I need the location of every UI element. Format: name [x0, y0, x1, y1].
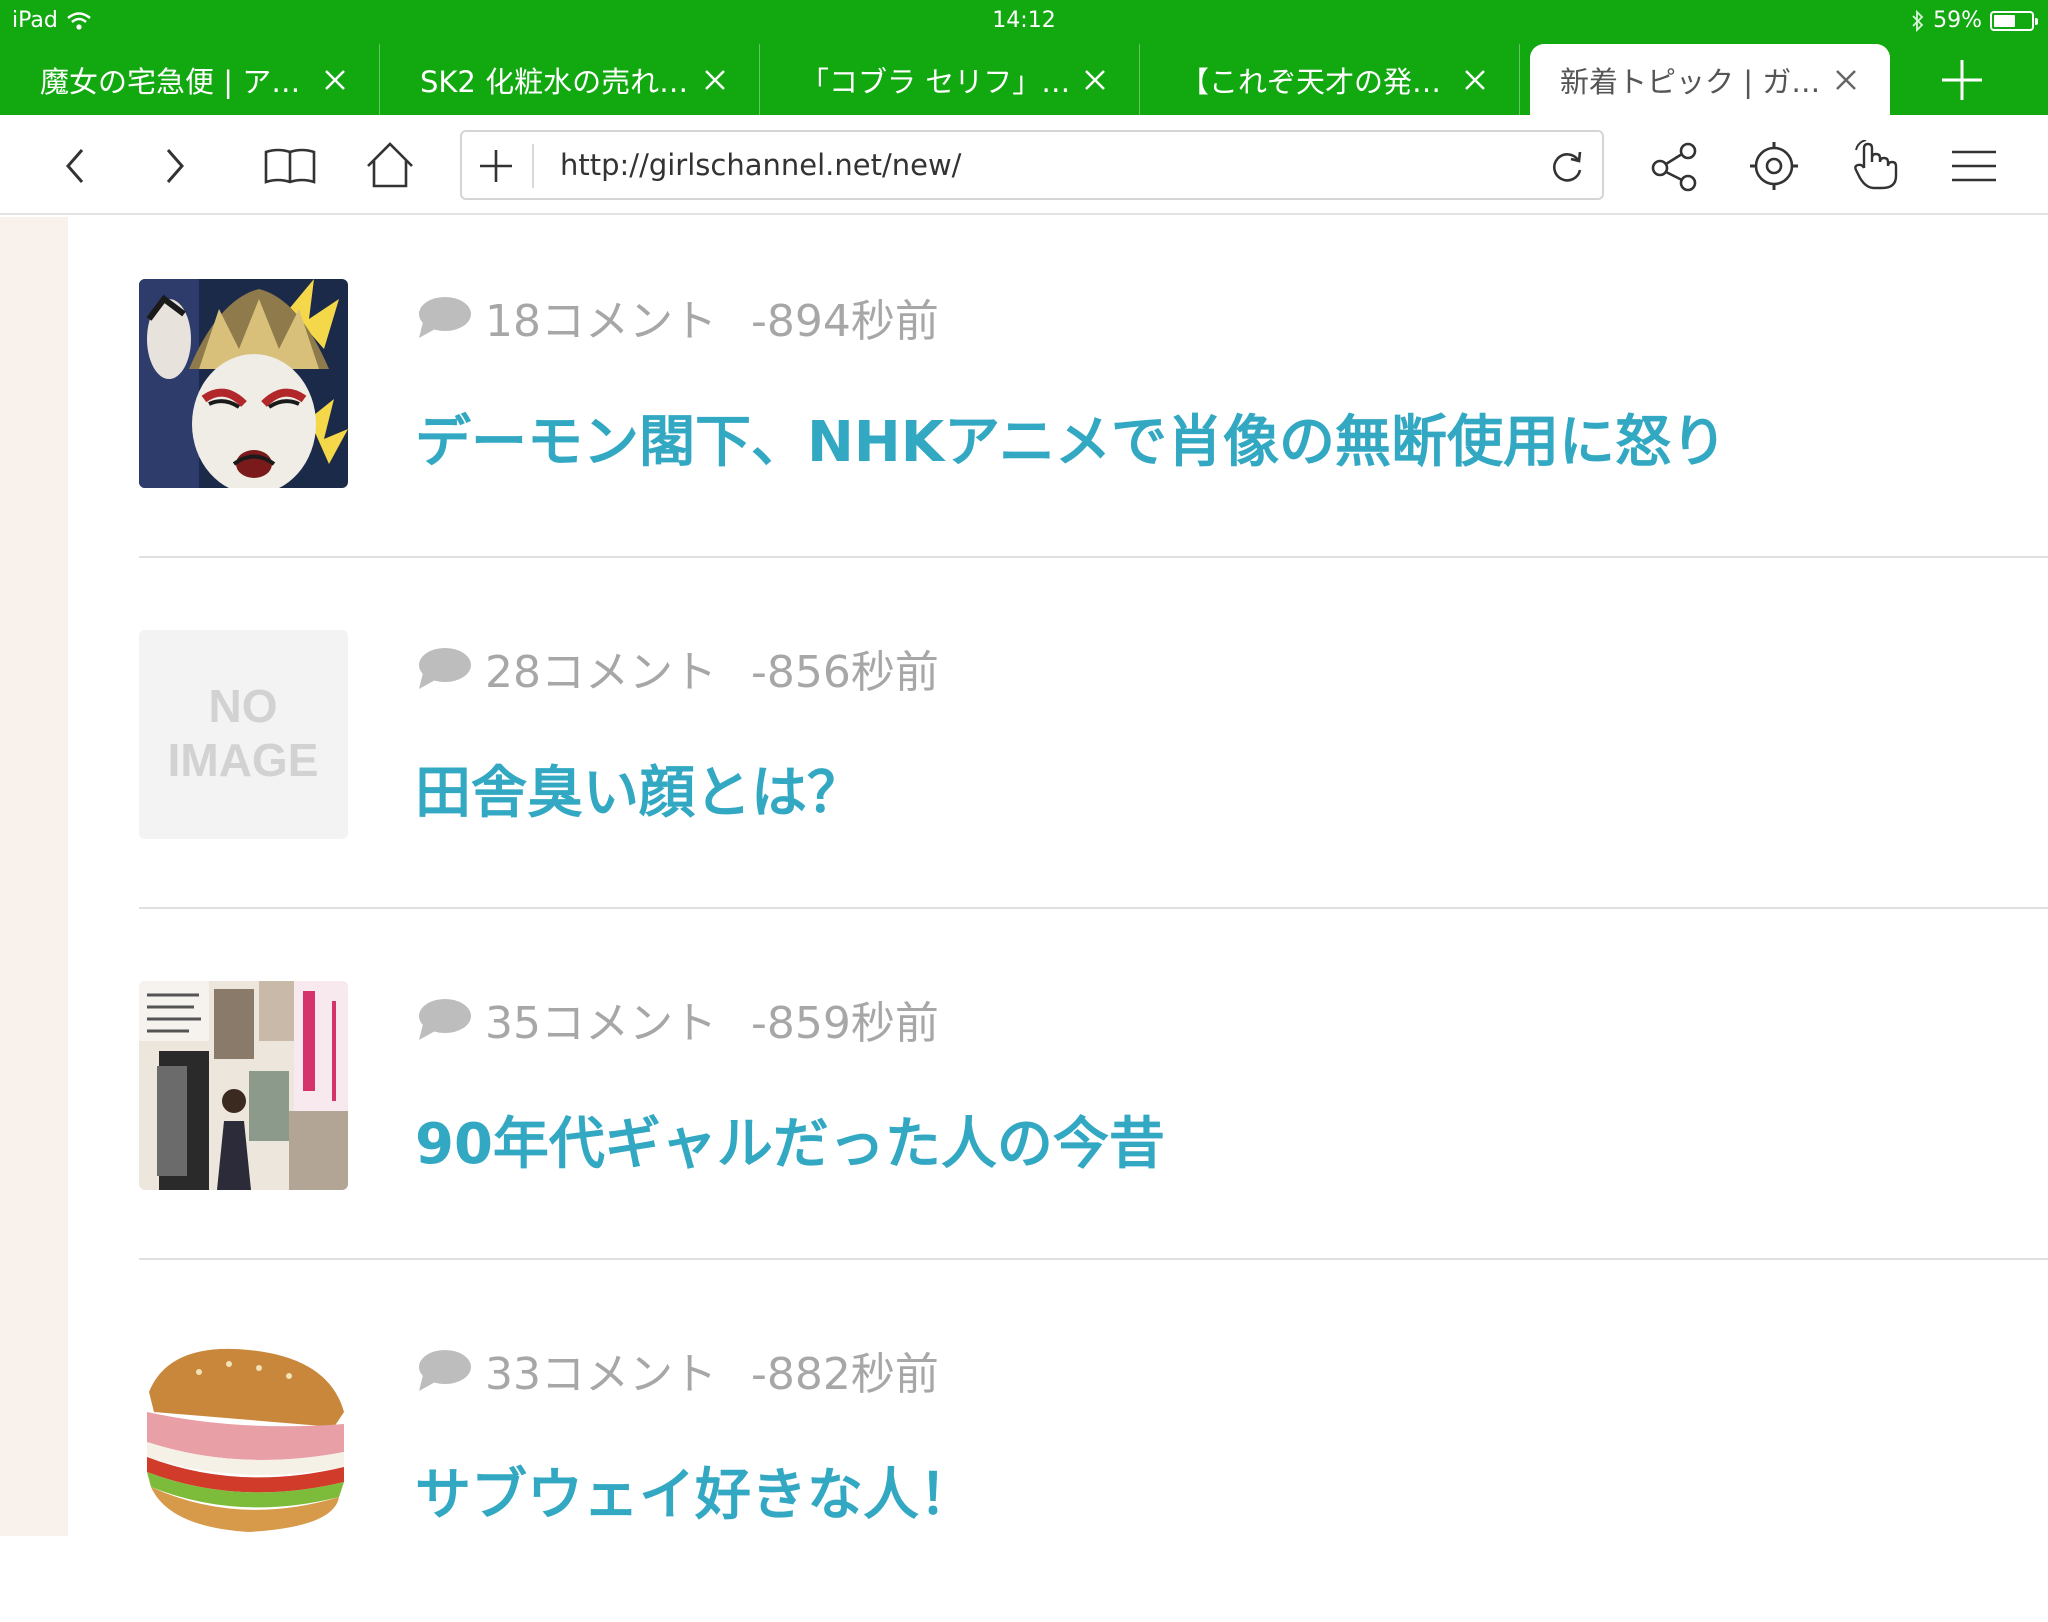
- side-strip: [0, 217, 68, 1536]
- comment-count: 18コメント: [485, 296, 717, 347]
- topic-time: -859秒前: [751, 998, 939, 1049]
- battery-percent: 59%: [1933, 8, 1982, 33]
- topic-meta: 35コメント -859秒前: [415, 987, 939, 1051]
- status-bar: iPad 14:12 59%: [0, 0, 2048, 42]
- battery-icon: [1990, 10, 2038, 31]
- topic-title-link[interactable]: 90年代ギャルだった人の今昔: [415, 1099, 1165, 1180]
- tab-strip: 魔女の宅急便 | ア… SK2 化粧水の売れ… 「コブラ セリフ」… 【これぞ天…: [0, 44, 2048, 115]
- chevron-left-icon[interactable]: [50, 140, 102, 192]
- chevron-right-icon[interactable]: [148, 140, 200, 192]
- comment-count: 28コメント: [485, 647, 717, 698]
- book-icon[interactable]: [264, 140, 316, 192]
- topic-thumbnail[interactable]: [139, 1332, 348, 1541]
- tab-1[interactable]: 魔女の宅急便 | ア…: [0, 44, 380, 115]
- topic-thumbnail[interactable]: NO IMAGE: [139, 630, 348, 839]
- hand-pointer-icon[interactable]: [1848, 140, 1900, 192]
- tab-title: 魔女の宅急便 | ア…: [40, 64, 301, 99]
- hamburger-menu-icon[interactable]: [1948, 140, 2000, 192]
- topic-divider: [139, 907, 2048, 909]
- topic-thumbnail[interactable]: [139, 981, 348, 1190]
- topic-title-link[interactable]: デーモン閣下、NHKアニメで肖像の無断使用に怒り: [415, 397, 1727, 478]
- magazine-collage-image: [139, 981, 348, 1190]
- topic-time: -856秒前: [751, 647, 939, 698]
- comment-count: 35コメント: [485, 998, 717, 1049]
- sandwich-image: [139, 1332, 348, 1541]
- speech-bubble-icon: [419, 1350, 471, 1391]
- topic-item[interactable]: 35コメント -859秒前 90年代ギャルだった人の今昔: [139, 919, 2048, 1271]
- no-image-line-2: IMAGE: [168, 734, 319, 786]
- demon-face-image: [139, 279, 348, 488]
- url-text[interactable]: http://girlschannel.net/new/: [560, 148, 961, 182]
- topic-title-link[interactable]: 田舎臭い顔とは？: [415, 748, 863, 829]
- gear-icon[interactable]: [1748, 140, 1800, 192]
- speech-bubble-icon: [419, 648, 471, 689]
- no-image-placeholder: NO IMAGE: [139, 630, 348, 839]
- speech-bubble-icon: [419, 999, 471, 1040]
- topic-meta: 28コメント -856秒前: [415, 636, 939, 700]
- clock: 14:12: [992, 8, 1056, 33]
- tab-4[interactable]: 【これぞ天才の発…: [1140, 44, 1520, 115]
- bluetooth-icon: [1912, 9, 1924, 32]
- tab-title: 【これぞ天才の発…: [1180, 64, 1442, 99]
- speech-bubble-icon: [419, 297, 471, 338]
- home-icon[interactable]: [364, 140, 416, 192]
- close-icon[interactable]: [701, 66, 729, 94]
- topic-time: -894秒前: [751, 296, 939, 347]
- topic-divider: [139, 556, 2048, 558]
- url-separator: [532, 144, 534, 188]
- topic-time: -882秒前: [751, 1349, 939, 1400]
- share-icon[interactable]: [1648, 140, 1700, 192]
- tab-title: 新着トピック | ガ…: [1560, 64, 1821, 99]
- tab-3[interactable]: 「コブラ セリフ」…: [760, 44, 1140, 115]
- page-content: 18コメント -894秒前 デーモン閣下、NHKアニメで肖像の無断使用に怒り N…: [0, 217, 2048, 1541]
- tab-5-active[interactable]: 新着トピック | ガ…: [1530, 44, 1890, 115]
- topic-title-link[interactable]: サブウェイ好きな人！: [415, 1450, 975, 1531]
- topic-meta: 33コメント -882秒前: [415, 1338, 939, 1402]
- browser-toolbar: http://girlschannel.net/new/: [0, 115, 2048, 215]
- comment-count: 33コメント: [485, 1349, 717, 1400]
- topic-item[interactable]: NO IMAGE 28コメント -856秒前 田舎臭い顔とは？: [139, 568, 2048, 920]
- reload-icon[interactable]: [1544, 144, 1588, 188]
- topic-meta: 18コメント -894秒前: [415, 285, 939, 349]
- browser-chrome: iPad 14:12 59% 魔女の宅急便 | ア… SK2 化粧水の売れ… 「…: [0, 0, 2048, 115]
- plus-icon[interactable]: [474, 144, 518, 188]
- no-image-line-1: NO: [209, 680, 278, 732]
- topic-item[interactable]: 33コメント -882秒前 サブウェイ好きな人！: [139, 1270, 2048, 1622]
- address-bar[interactable]: http://girlschannel.net/new/: [460, 130, 1604, 200]
- close-icon[interactable]: [321, 66, 349, 94]
- tab-title: 「コブラ セリフ」…: [800, 64, 1071, 99]
- close-icon[interactable]: [1461, 66, 1489, 94]
- close-icon[interactable]: [1081, 66, 1109, 94]
- topic-divider: [139, 1258, 2048, 1260]
- battery-fill: [1994, 14, 2016, 27]
- new-tab-button[interactable]: [1938, 56, 1986, 104]
- topic-thumbnail[interactable]: [139, 279, 348, 488]
- tab-2[interactable]: SK2 化粧水の売れ…: [380, 44, 760, 115]
- close-icon[interactable]: [1832, 66, 1860, 94]
- topic-item[interactable]: 18コメント -894秒前 デーモン閣下、NHKアニメで肖像の無断使用に怒り: [139, 217, 2048, 569]
- tab-title: SK2 化粧水の売れ…: [420, 64, 689, 99]
